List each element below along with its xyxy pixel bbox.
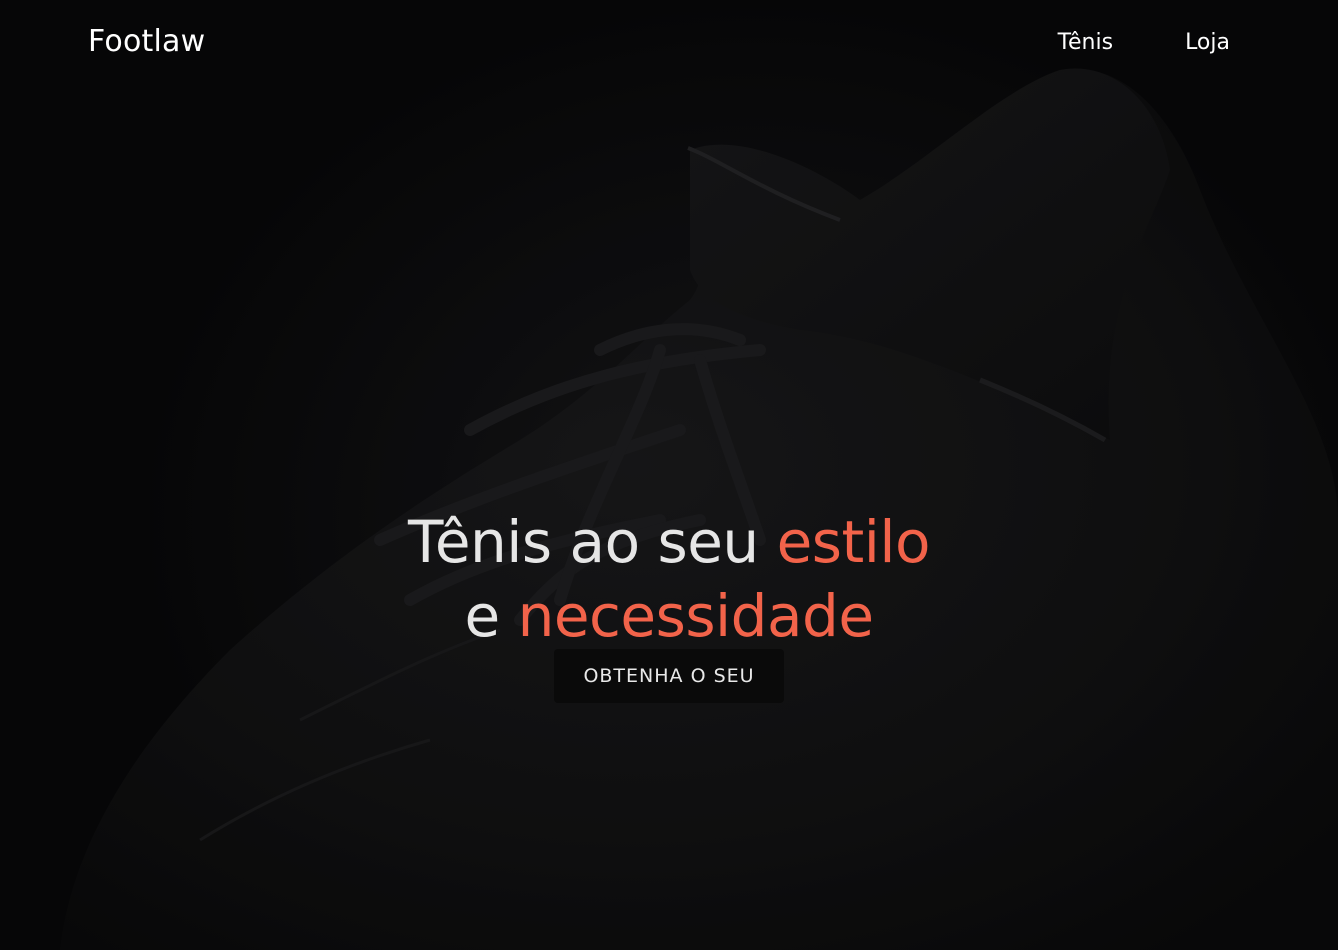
nav-link-tenis[interactable]: Tênis — [1058, 30, 1113, 55]
landing-page: Footlaw Tênis Loja Tênis ao seu estilo e… — [0, 0, 1338, 950]
sneaker-hero-image — [0, 0, 1338, 950]
top-navbar: Footlaw Tênis Loja — [0, 0, 1338, 86]
headline-accent-necessidade: necessidade — [517, 581, 874, 650]
brand-logo-link[interactable]: Footlaw — [88, 24, 205, 59]
hero-headline: Tênis ao seu estilo e necessidade — [0, 505, 1338, 653]
headline-line2-text: e — [464, 581, 518, 650]
nav-menu: Tênis Loja — [1058, 30, 1230, 55]
get-yours-button[interactable]: OBTENHA O SEU — [554, 649, 784, 703]
headline-line1-text: Tênis ao seu — [408, 507, 777, 576]
nav-link-loja[interactable]: Loja — [1185, 30, 1230, 55]
headline-accent-estilo: estilo — [776, 507, 931, 576]
